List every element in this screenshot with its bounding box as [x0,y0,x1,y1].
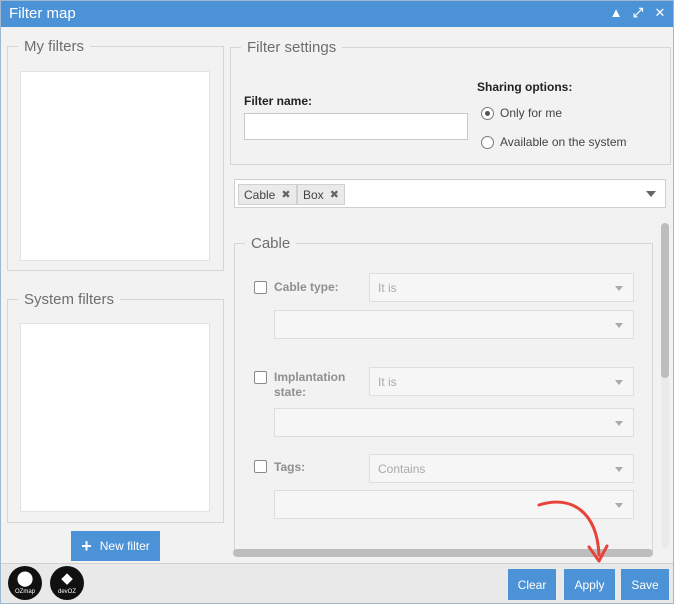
sharing-options-title: Sharing options: [477,80,573,94]
ozmap-logo-text: OZmap [14,589,35,595]
implantation-state-label: Implantation state: [274,370,346,399]
dialog-title: Filter map [9,5,76,22]
vertical-scroll-thumb[interactable] [661,223,669,378]
filter-fields-area: Cable Cable type: It is Implantation sta… [230,219,671,555]
implantation-state-operator-select[interactable]: It is [369,367,634,396]
tags-value-select[interactable] [274,490,634,519]
tags-operator-select[interactable]: Contains [369,454,634,483]
filter-name-input[interactable] [244,113,468,140]
tags-label: Tags: [274,460,306,474]
clear-button[interactable]: Clear [508,569,556,600]
radio-system[interactable] [481,135,494,149]
sharing-option-label: Only for me [500,106,563,120]
chevron-down-icon [615,503,623,508]
sharing-option-system[interactable]: Available on the system [481,135,627,149]
save-button[interactable]: Save [621,569,669,600]
remove-tag-icon[interactable]: ✖ [330,188,339,201]
devoz-logo-text: devOZ [57,589,76,595]
chevron-down-icon [615,286,623,291]
window-controls: ▲ ⤢ ✕ [609,5,667,21]
apply-button[interactable]: Apply [564,569,615,600]
chevron-down-icon[interactable] [646,191,656,197]
horizontal-scrollbar[interactable] [233,549,653,557]
map-pin-icon: ⬤ [16,570,34,587]
dialog-titlebar[interactable]: Filter map ▲ ⤢ ✕ [1,1,673,27]
filter-map-dialog: Filter map ▲ ⤢ ✕ My filters System filte… [0,0,674,604]
tag-label: Box [303,187,324,202]
sharing-option-only-me[interactable]: Only for me [481,106,562,120]
chevron-down-icon [615,467,623,472]
layer-tag-select[interactable]: Cable ✖ Box ✖ [234,179,666,208]
my-filters-list[interactable] [20,71,210,261]
my-filters-title: My filters [24,38,84,55]
plus-icon: + [81,536,92,556]
cable-type-value-select[interactable] [274,310,634,339]
cable-type-label: Cable type: [274,280,339,294]
cube-icon: ◆ [61,570,73,587]
remove-tag-icon[interactable]: ✖ [281,188,290,201]
implantation-state-checkbox[interactable] [254,371,267,384]
sharing-option-label: Available on the system [500,135,627,149]
collapse-icon[interactable]: ▲ [609,5,623,21]
system-filters-list[interactable] [20,323,210,512]
close-icon[interactable]: ✕ [653,5,667,21]
implantation-state-value-select[interactable] [274,408,634,437]
vertical-scrollbar[interactable] [661,223,669,548]
tag-label: Cable [244,187,276,202]
system-filters-title: System filters [24,291,115,308]
expand-icon[interactable]: ⤢ [631,5,645,21]
chevron-down-icon [615,421,623,426]
filter-settings-title: Filter settings [247,39,337,56]
operator-value: Contains [378,461,426,476]
devoz-logo: ◆ devOZ [50,566,84,600]
filter-name-label: Filter name: [244,94,313,108]
cable-type-checkbox[interactable] [254,281,267,294]
operator-value: It is [378,374,397,389]
cable-section-title: Cable [251,235,291,252]
radio-only-me[interactable] [481,106,494,120]
tags-checkbox[interactable] [254,460,267,473]
operator-value: It is [378,280,397,295]
chevron-down-icon [615,380,623,385]
chevron-down-icon [615,323,623,328]
new-filter-button[interactable]: + New filter [71,531,160,561]
tag-box: Box ✖ [297,184,345,205]
ozmap-logo: ⬤ OZmap [8,566,42,600]
dialog-footer: ⬤ OZmap ◆ devOZ Clear Apply Save [1,563,673,603]
tag-cable: Cable ✖ [238,184,297,205]
cable-type-operator-select[interactable]: It is [369,273,634,302]
new-filter-label: New filter [99,539,150,553]
